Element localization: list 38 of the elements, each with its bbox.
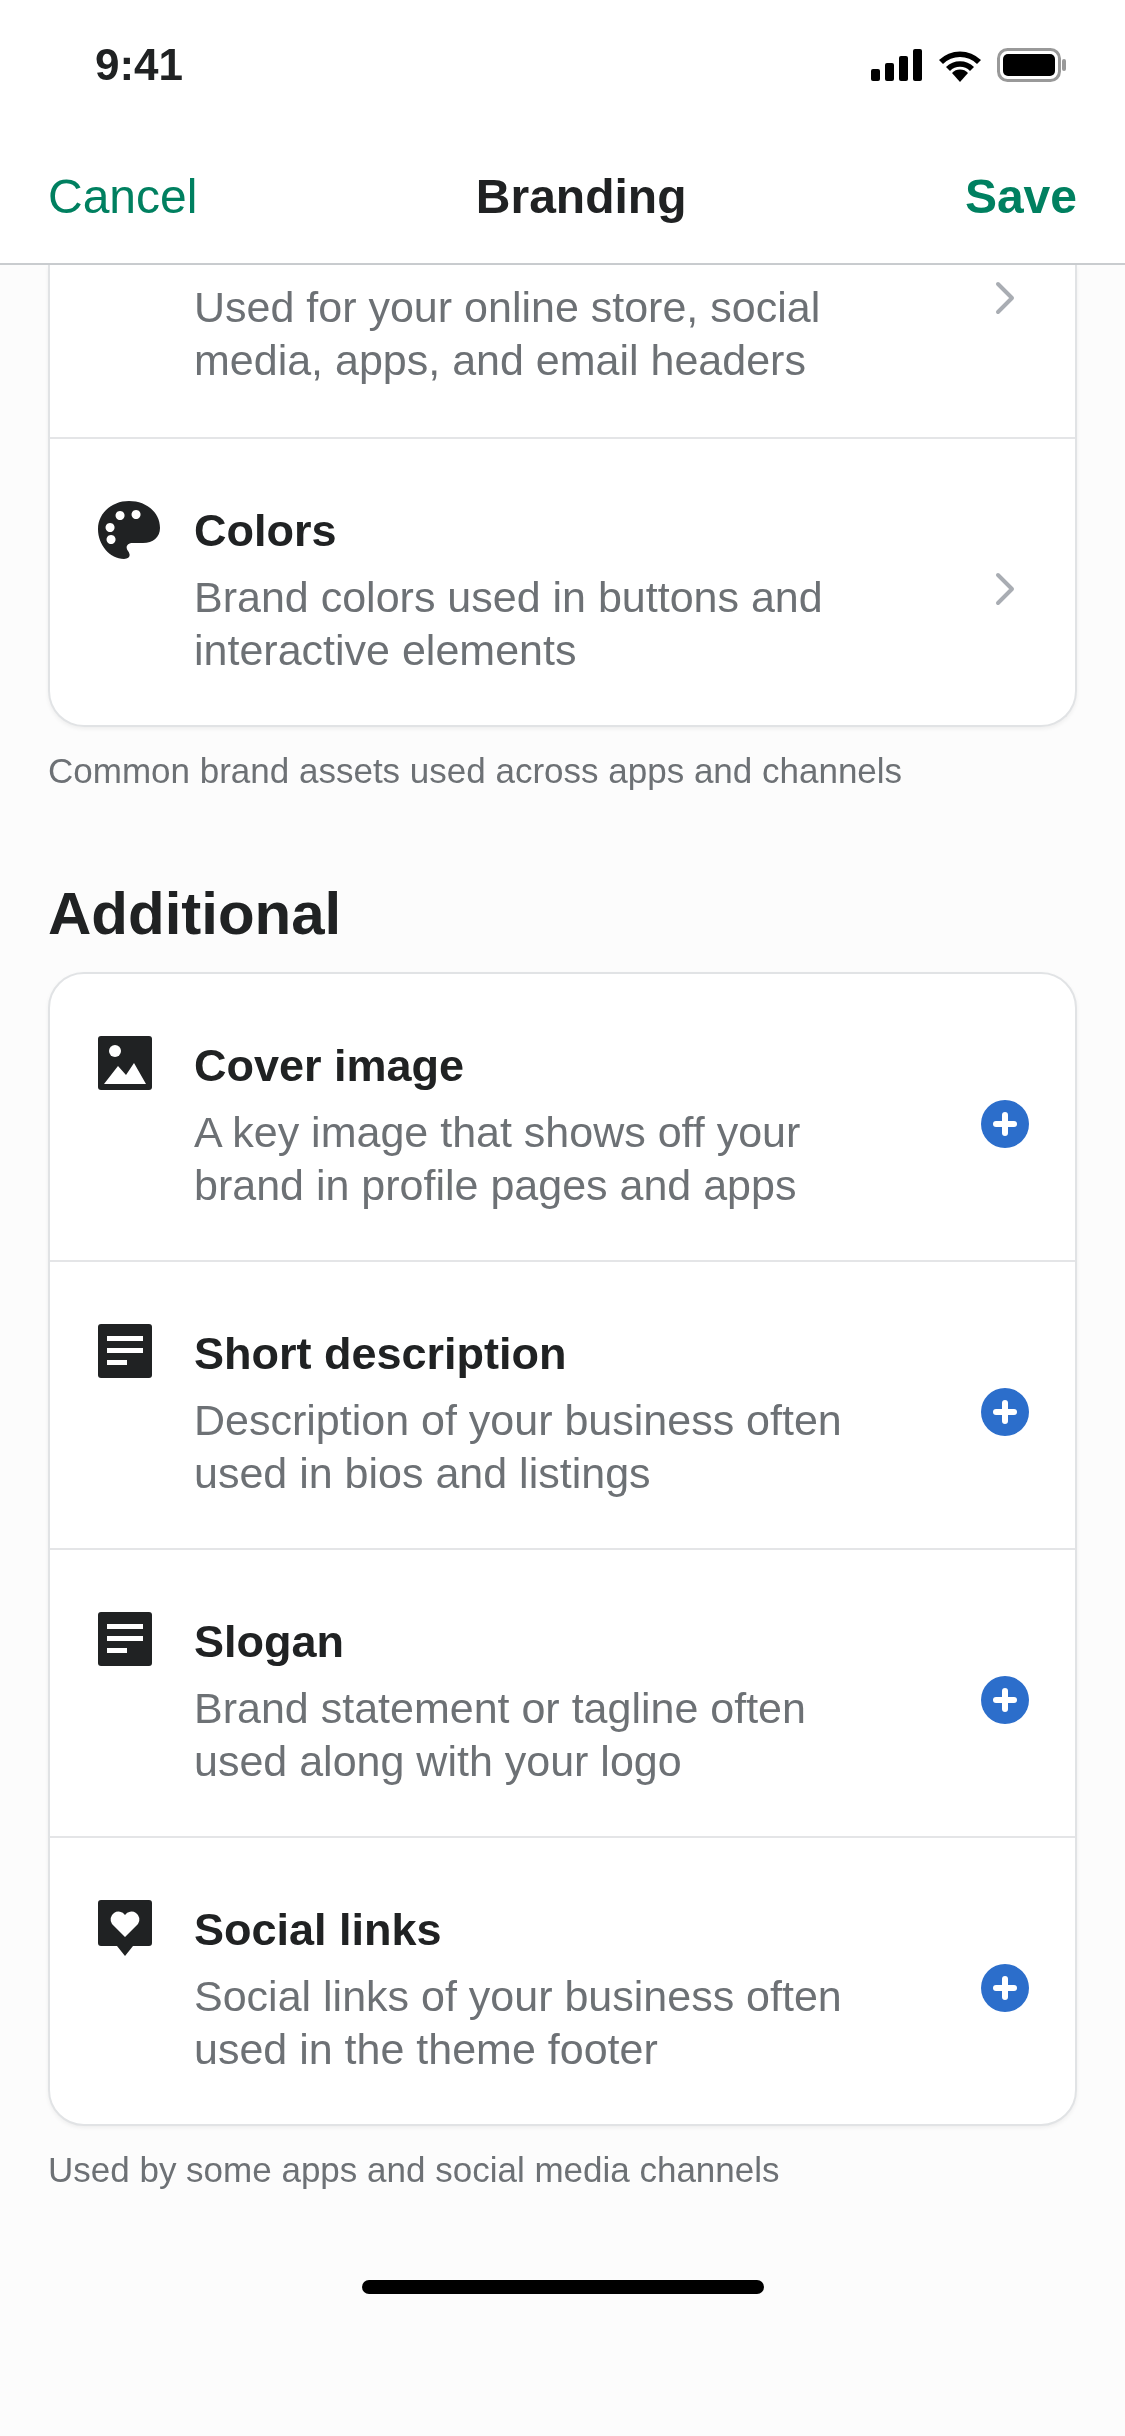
nav-title: Branding	[475, 169, 687, 224]
list-item[interactable]: Used for your online store, social media, apps, and email headers	[50, 265, 1075, 439]
item-description: Brand colors used in buttons and interactive elements	[194, 572, 824, 676]
list-item[interactable]: Short description Description of your business often used in bios and listings	[50, 1262, 1075, 1550]
item-title: Short description	[194, 1327, 568, 1381]
cancel-button[interactable]: Cancel	[48, 169, 198, 224]
section-footer: Common brand assets used across apps and channels	[48, 751, 1077, 791]
list-item[interactable]: Colors Brand colors used in buttons and interactive elements	[50, 439, 1075, 725]
add-icon	[981, 1388, 1029, 1436]
chevron-right-icon	[995, 572, 1015, 606]
item-title: Slogan	[194, 1615, 345, 1669]
item-title: Colors	[194, 504, 338, 558]
item-description: Description of your business often used in bios and listings	[194, 1395, 843, 1499]
section-footer: Used by some apps and social media channels	[48, 2150, 1077, 2190]
text-lines-icon	[98, 1612, 152, 1666]
item-description: A key image that shows off your brand in profile pages and apps	[194, 1107, 802, 1211]
text-lines-icon	[98, 1324, 152, 1378]
status-time: 9:41	[95, 40, 184, 90]
battery-icon	[997, 48, 1067, 82]
image-icon	[98, 1036, 152, 1090]
list-item[interactable]: Cover image A key image that shows off your brand in profile pages and apps	[50, 974, 1075, 1262]
item-title: Social links	[194, 1903, 443, 1957]
chevron-right-icon	[995, 281, 1015, 315]
palette-icon	[98, 501, 160, 559]
section-heading: Additional	[48, 879, 343, 948]
signal-icon	[871, 49, 923, 81]
item-description: Used for your online store, social media, apps, and email headers	[194, 282, 822, 386]
list-item[interactable]: Slogan Brand statement or tagline often used along with your logo	[50, 1550, 1075, 1838]
heart-bubble-icon	[98, 1900, 152, 1956]
item-title: Cover image	[194, 1039, 466, 1093]
add-icon	[981, 1100, 1029, 1148]
add-icon	[981, 1964, 1029, 2012]
item-description: Social links of your business often used in the theme footer	[194, 1971, 843, 2075]
wifi-icon	[937, 48, 983, 82]
save-button[interactable]: Save	[964, 169, 1077, 224]
list-item[interactable]: Social links Social links of your business often used in the theme footer	[50, 1838, 1075, 2124]
item-description: Brand statement or tagline often used along with your logo	[194, 1683, 807, 1787]
add-icon	[981, 1676, 1029, 1724]
